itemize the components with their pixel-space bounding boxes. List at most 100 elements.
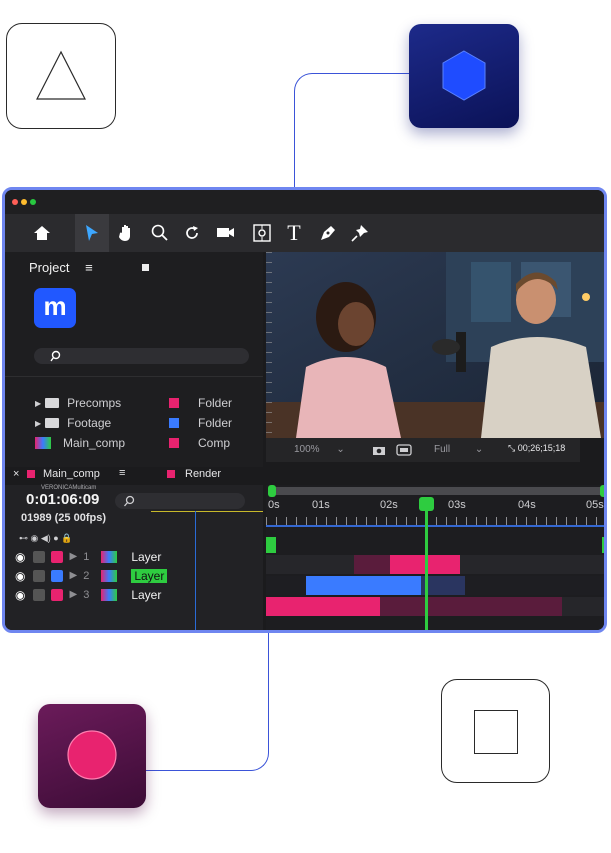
record-tile (38, 704, 146, 808)
rotate-icon (186, 226, 198, 239)
comp-menu-icon[interactable]: ≡ (119, 467, 125, 479)
chevron-down-icon: ⌄ (474, 444, 484, 455)
current-time-display[interactable]: 0:01:06:09 (26, 491, 99, 508)
composition-viewer[interactable] (266, 252, 604, 438)
item-name: Footage (67, 416, 112, 430)
green-handle-left[interactable] (266, 537, 276, 553)
project-panel: Project ≡ m ▶ Precomps ▶ Footage Main_co… (5, 252, 263, 467)
rotate-tool-button[interactable] (175, 214, 209, 252)
title-bar (5, 190, 604, 214)
layer-color-label[interactable] (51, 550, 64, 563)
camera-icon (217, 228, 234, 237)
type-cell: Folder (169, 414, 232, 432)
search-icon (50, 350, 61, 362)
layer-row[interactable]: ◉ ▶ 3 Layer (15, 586, 161, 603)
anchor-icon (253, 224, 271, 242)
hand-icon (119, 225, 130, 241)
project-menu-icon[interactable]: ≡ (85, 260, 93, 275)
project-tab-label: Project (29, 260, 70, 275)
render-tab-label[interactable]: Render (185, 468, 221, 480)
work-area-start-handle[interactable] (268, 485, 276, 497)
play-icon: ▶ (69, 551, 78, 562)
quality-select[interactable]: Full ⌄ (434, 444, 483, 455)
square-icon (474, 710, 518, 754)
playhead[interactable] (419, 497, 434, 630)
layer-color-label[interactable] (51, 569, 64, 582)
clip[interactable] (380, 597, 562, 616)
viewer-ruler (266, 252, 272, 438)
camera-tool-button[interactable] (209, 214, 243, 252)
triangle-icon (36, 50, 86, 100)
pen-icon (321, 226, 335, 240)
project-search-input[interactable] (34, 348, 249, 364)
list-item[interactable]: Main_comp (35, 434, 125, 452)
layer-thumbnail (101, 550, 118, 563)
zoom-tool-button[interactable] (143, 214, 177, 252)
eye-icon[interactable]: ◉ (15, 569, 25, 583)
clip[interactable] (306, 576, 421, 595)
pin-icon (351, 225, 368, 242)
list-item[interactable]: ▶ Precomps (35, 394, 121, 412)
layer-name: Layer (131, 568, 168, 583)
label-color-swatch (169, 418, 179, 428)
layer-row[interactable]: ◉ ▶ 2 Layer (15, 567, 168, 584)
video-frame (266, 252, 604, 438)
transfer-icon: ⤡ (508, 443, 518, 453)
project-tab[interactable]: Project ≡ (29, 260, 93, 275)
viewer-controls: 100% ⌄ Full ⌄ ⤡ 00;26;15;18 (266, 438, 580, 462)
close-icon[interactable]: × (13, 468, 19, 480)
pen-tool-button[interactable] (311, 214, 345, 252)
lock-toggle[interactable] (33, 569, 46, 582)
app-window: T Project ≡ m ▶ Precomps ▶ Footage Main_… (2, 187, 607, 633)
layer-name: Layer (131, 587, 162, 602)
layer-row[interactable]: ◉ ▶ 1 Layer (15, 548, 161, 565)
minimize-dot[interactable] (21, 199, 27, 205)
close-dot[interactable] (12, 199, 18, 205)
layer-name: Layer (131, 549, 162, 564)
green-handle-right[interactable] (602, 537, 604, 553)
snapshot-camera-icon[interactable] (372, 444, 386, 456)
select-tool-button[interactable] (75, 214, 109, 252)
lock-toggle[interactable] (33, 550, 46, 563)
timeline-search-input[interactable] (115, 493, 245, 509)
eye-icon[interactable]: ◉ (15, 588, 25, 602)
ruler-baseline (266, 525, 604, 527)
layer-color-label[interactable] (51, 588, 64, 601)
composition-icon (35, 437, 51, 449)
quality-value: Full (434, 444, 451, 455)
display-icon[interactable] (396, 444, 412, 456)
pin-tool-button[interactable] (343, 214, 377, 252)
work-area-bar[interactable] (268, 485, 604, 497)
list-item[interactable]: ▶ Footage (35, 414, 111, 432)
play-icon: ▶ (69, 589, 78, 600)
home-button[interactable] (25, 214, 59, 252)
lock-toggle[interactable] (33, 588, 46, 601)
anchor-tool-button[interactable] (245, 214, 279, 252)
comp-tab-swatch (27, 470, 35, 478)
ruler-label: 0s (268, 499, 280, 511)
time-ruler: 0s 01s 02s 03s 04s 05s (266, 499, 604, 539)
layer-thumbnail (101, 569, 118, 582)
ruler-label: 04s (518, 499, 536, 511)
label-color-swatch (169, 398, 179, 408)
clip[interactable] (354, 555, 390, 574)
comp-tab-label[interactable]: Main_comp (43, 468, 100, 480)
maximize-dot[interactable] (30, 199, 36, 205)
playhead-handle[interactable] (419, 497, 434, 511)
eye-icon[interactable]: ◉ (15, 550, 25, 564)
connector-line-top (294, 73, 410, 188)
viewer-timecode: 00;26;15;18 (517, 443, 566, 453)
toolbar: T (5, 214, 604, 252)
stop-icon[interactable] (142, 264, 149, 271)
text-tool-button[interactable]: T (277, 214, 311, 252)
clip[interactable] (266, 597, 380, 616)
triangle-tile (6, 23, 116, 129)
connector-line-bottom (146, 633, 269, 771)
expand-arrow-icon: ▶ (35, 398, 42, 408)
work-area-end-handle[interactable] (600, 485, 604, 497)
zoom-select[interactable]: 100% ⌄ (294, 444, 345, 455)
text-tool-icon: T (287, 220, 301, 245)
item-type: Folder (198, 416, 233, 430)
column-ticks (5, 376, 263, 385)
hand-tool-button[interactable] (109, 214, 143, 252)
